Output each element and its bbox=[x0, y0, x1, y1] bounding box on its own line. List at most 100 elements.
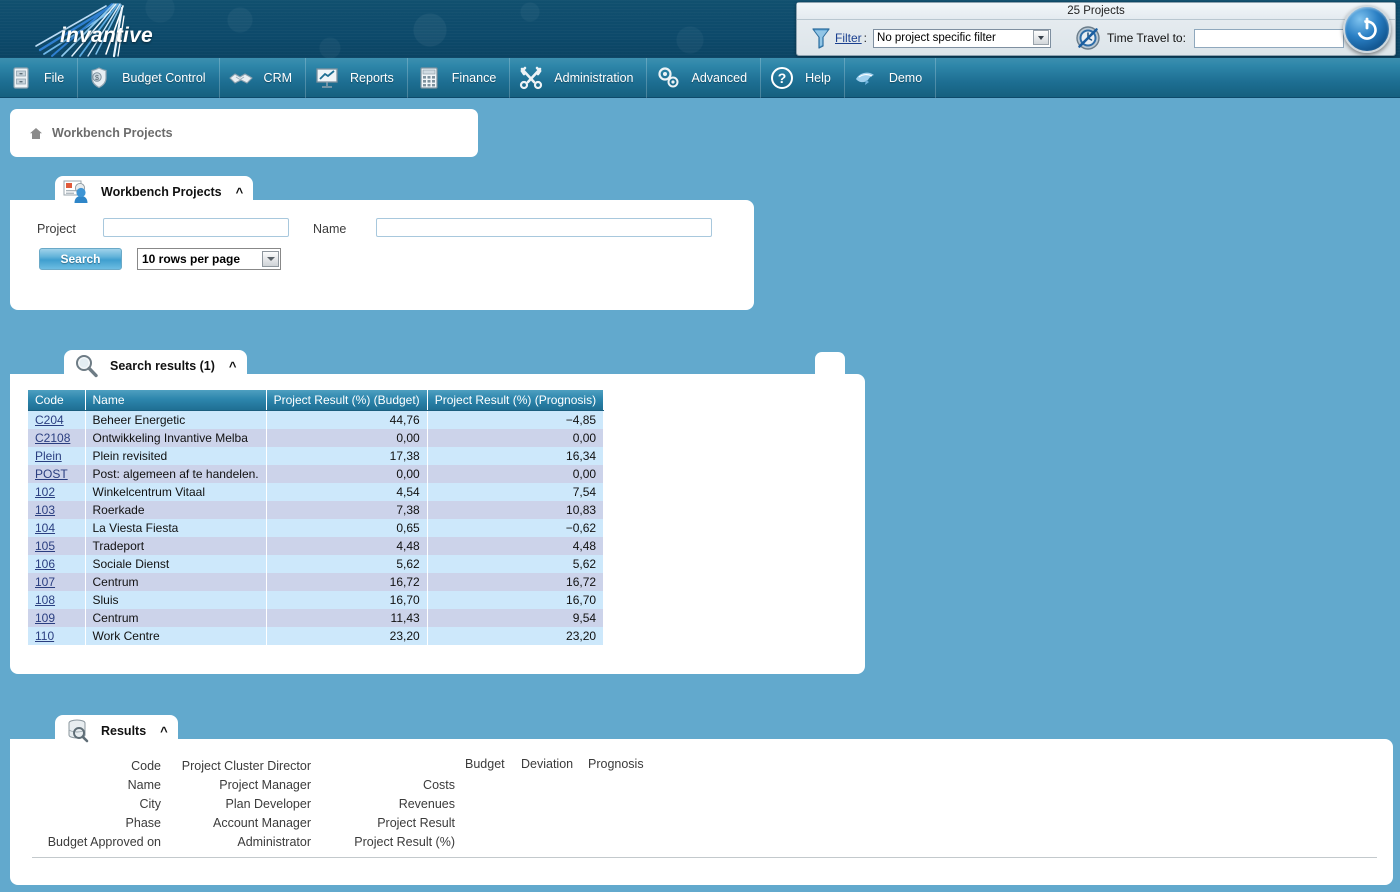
cell-prognosis: −0,62 bbox=[427, 519, 603, 537]
tab-search-results[interactable]: Search results (1) ^ bbox=[64, 350, 247, 382]
menu-item-label: CRM bbox=[264, 71, 292, 85]
table-row[interactable]: 106Sociale Dienst5,625,62 bbox=[28, 555, 604, 573]
table-row[interactable]: 103Roerkade7,3810,83 bbox=[28, 501, 604, 519]
cell-code[interactable]: C204 bbox=[28, 411, 85, 430]
invantive-logo[interactable]: invantive bbox=[22, 2, 192, 56]
collapse-toggle-results[interactable]: ^ bbox=[229, 360, 237, 373]
table-row[interactable]: 108Sluis16,7016,70 bbox=[28, 591, 604, 609]
table-row[interactable]: Plein Plein revisited17,3816,34 bbox=[28, 447, 604, 465]
collapse-toggle-detail[interactable]: ^ bbox=[160, 725, 168, 738]
menu-item-finance[interactable]: Finance bbox=[408, 58, 510, 98]
code-link[interactable]: 109 bbox=[35, 611, 55, 625]
cell-code[interactable]: C2108 bbox=[28, 429, 85, 447]
cell-name: Ontwikkeling Invantive Melba bbox=[85, 429, 266, 447]
code-link[interactable]: 110 bbox=[35, 629, 54, 643]
cell-name: La Viesta Fiesta bbox=[85, 519, 266, 537]
detail-label: Project Cluster Director bbox=[171, 757, 311, 776]
cell-code[interactable]: 104 bbox=[28, 519, 85, 537]
code-link[interactable]: 107 bbox=[35, 575, 55, 589]
cell-prognosis: 10,83 bbox=[427, 501, 603, 519]
power-button[interactable] bbox=[1343, 5, 1391, 53]
menu-item-file[interactable]: File bbox=[0, 58, 78, 98]
menu-item-advanced[interactable]: Advanced bbox=[647, 58, 761, 98]
cell-code[interactable]: 110 bbox=[28, 627, 85, 645]
tab-stub[interactable] bbox=[815, 352, 845, 378]
time-travel-clock-icon[interactable] bbox=[1075, 25, 1101, 51]
search-form-panel: Project Name Search 10 rows per page bbox=[10, 200, 754, 310]
power-icon bbox=[1354, 16, 1380, 42]
cell-code[interactable]: 108 bbox=[28, 591, 85, 609]
project-input[interactable] bbox=[103, 218, 289, 237]
logo-text: invantive bbox=[60, 24, 153, 48]
code-link[interactable]: C2108 bbox=[35, 431, 70, 445]
menu-item-label: Help bbox=[805, 71, 831, 85]
cell-code[interactable]: Plein bbox=[28, 447, 85, 465]
filter-link[interactable]: Filter bbox=[835, 31, 862, 45]
menu-item-crm[interactable]: CRM bbox=[220, 58, 306, 98]
gears-icon bbox=[655, 65, 681, 91]
table-row[interactable]: 105Tradeport4,484,48 bbox=[28, 537, 604, 555]
cell-code[interactable]: 105 bbox=[28, 537, 85, 555]
code-link[interactable]: Plein bbox=[35, 449, 62, 463]
tab-results-detail[interactable]: Results ^ bbox=[55, 715, 178, 747]
cell-budget: 5,62 bbox=[266, 555, 427, 573]
cell-prognosis: 16,70 bbox=[427, 591, 603, 609]
table-row[interactable]: POSTPost: algemeen af te handelen.0,000,… bbox=[28, 465, 604, 483]
code-link[interactable]: 104 bbox=[35, 521, 55, 535]
menu-item-budget-control[interactable]: $ Budget Control bbox=[78, 58, 219, 98]
cell-prognosis: 0,00 bbox=[427, 429, 603, 447]
code-link[interactable]: 105 bbox=[35, 539, 55, 553]
home-icon[interactable] bbox=[29, 127, 43, 140]
presentation-chart-icon bbox=[314, 65, 340, 91]
table-row[interactable]: 102Winkelcentrum Vitaal4,547,54 bbox=[28, 483, 604, 501]
table-row[interactable]: C2108Ontwikkeling Invantive Melba0,000,0… bbox=[28, 429, 604, 447]
cell-prognosis: 16,34 bbox=[427, 447, 603, 465]
table-row[interactable]: 110Work Centre23,2023,20 bbox=[28, 627, 604, 645]
cell-code[interactable]: 109 bbox=[28, 609, 85, 627]
column-header-name[interactable]: Name bbox=[85, 390, 266, 411]
code-link[interactable]: C204 bbox=[35, 413, 64, 427]
cell-name: Plein revisited bbox=[85, 447, 266, 465]
name-input[interactable] bbox=[376, 218, 712, 237]
column-header-budget[interactable]: Project Result (%) (Budget) bbox=[266, 390, 427, 411]
code-link[interactable]: POST bbox=[35, 467, 68, 481]
search-button[interactable]: Search bbox=[39, 248, 122, 270]
table-row[interactable]: C204Beheer Energetic44,76−4,85 bbox=[28, 411, 604, 430]
value-header-prognosis: Prognosis bbox=[588, 757, 644, 771]
tab-label: Workbench Projects bbox=[101, 185, 222, 199]
filter-select[interactable]: No project specific filter bbox=[873, 29, 1051, 48]
table-row[interactable]: 107Centrum16,7216,72 bbox=[28, 573, 604, 591]
code-link[interactable]: 103 bbox=[35, 503, 55, 517]
project-label: Project bbox=[37, 222, 76, 236]
column-header-prognosis[interactable]: Project Result (%) (Prognosis) bbox=[427, 390, 603, 411]
menu-item-demo[interactable]: Demo bbox=[845, 58, 936, 98]
rows-per-page-select[interactable]: 10 rows per page bbox=[137, 248, 281, 270]
code-link[interactable]: 102 bbox=[35, 485, 55, 499]
code-link[interactable]: 106 bbox=[35, 557, 55, 571]
column-header-code[interactable]: Code bbox=[28, 390, 85, 411]
cell-code[interactable]: 106 bbox=[28, 555, 85, 573]
panel-divider bbox=[32, 857, 1377, 858]
menu-item-administration[interactable]: Administration bbox=[510, 58, 647, 98]
time-travel-input[interactable] bbox=[1194, 29, 1344, 48]
detail-label: Phase bbox=[30, 814, 161, 833]
menu-item-reports[interactable]: Reports bbox=[306, 58, 408, 98]
menu-item-label: Demo bbox=[889, 71, 922, 85]
cell-code[interactable]: POST bbox=[28, 465, 85, 483]
code-link[interactable]: 108 bbox=[35, 593, 55, 607]
detail-label-column-2: Project Cluster DirectorProject ManagerP… bbox=[171, 757, 311, 852]
tab-workbench-projects[interactable]: Workbench Projects ^ bbox=[55, 176, 253, 208]
breadcrumb-label[interactable]: Workbench Projects bbox=[52, 126, 173, 140]
collapse-toggle-search[interactable]: ^ bbox=[236, 186, 244, 199]
cell-budget: 17,38 bbox=[266, 447, 427, 465]
results-table-head: Code Name Project Result (%) (Budget) Pr… bbox=[28, 390, 604, 411]
cell-code[interactable]: 103 bbox=[28, 501, 85, 519]
cell-prognosis: 5,62 bbox=[427, 555, 603, 573]
cell-code[interactable]: 107 bbox=[28, 573, 85, 591]
detail-label: Plan Developer bbox=[171, 795, 311, 814]
table-row[interactable]: 104La Viesta Fiesta0,65−0,62 bbox=[28, 519, 604, 537]
table-row[interactable]: 109Centrum11,439,54 bbox=[28, 609, 604, 627]
cell-code[interactable]: 102 bbox=[28, 483, 85, 501]
menu-item-help[interactable]: ? Help bbox=[761, 58, 845, 98]
funnel-icon[interactable] bbox=[811, 27, 831, 49]
